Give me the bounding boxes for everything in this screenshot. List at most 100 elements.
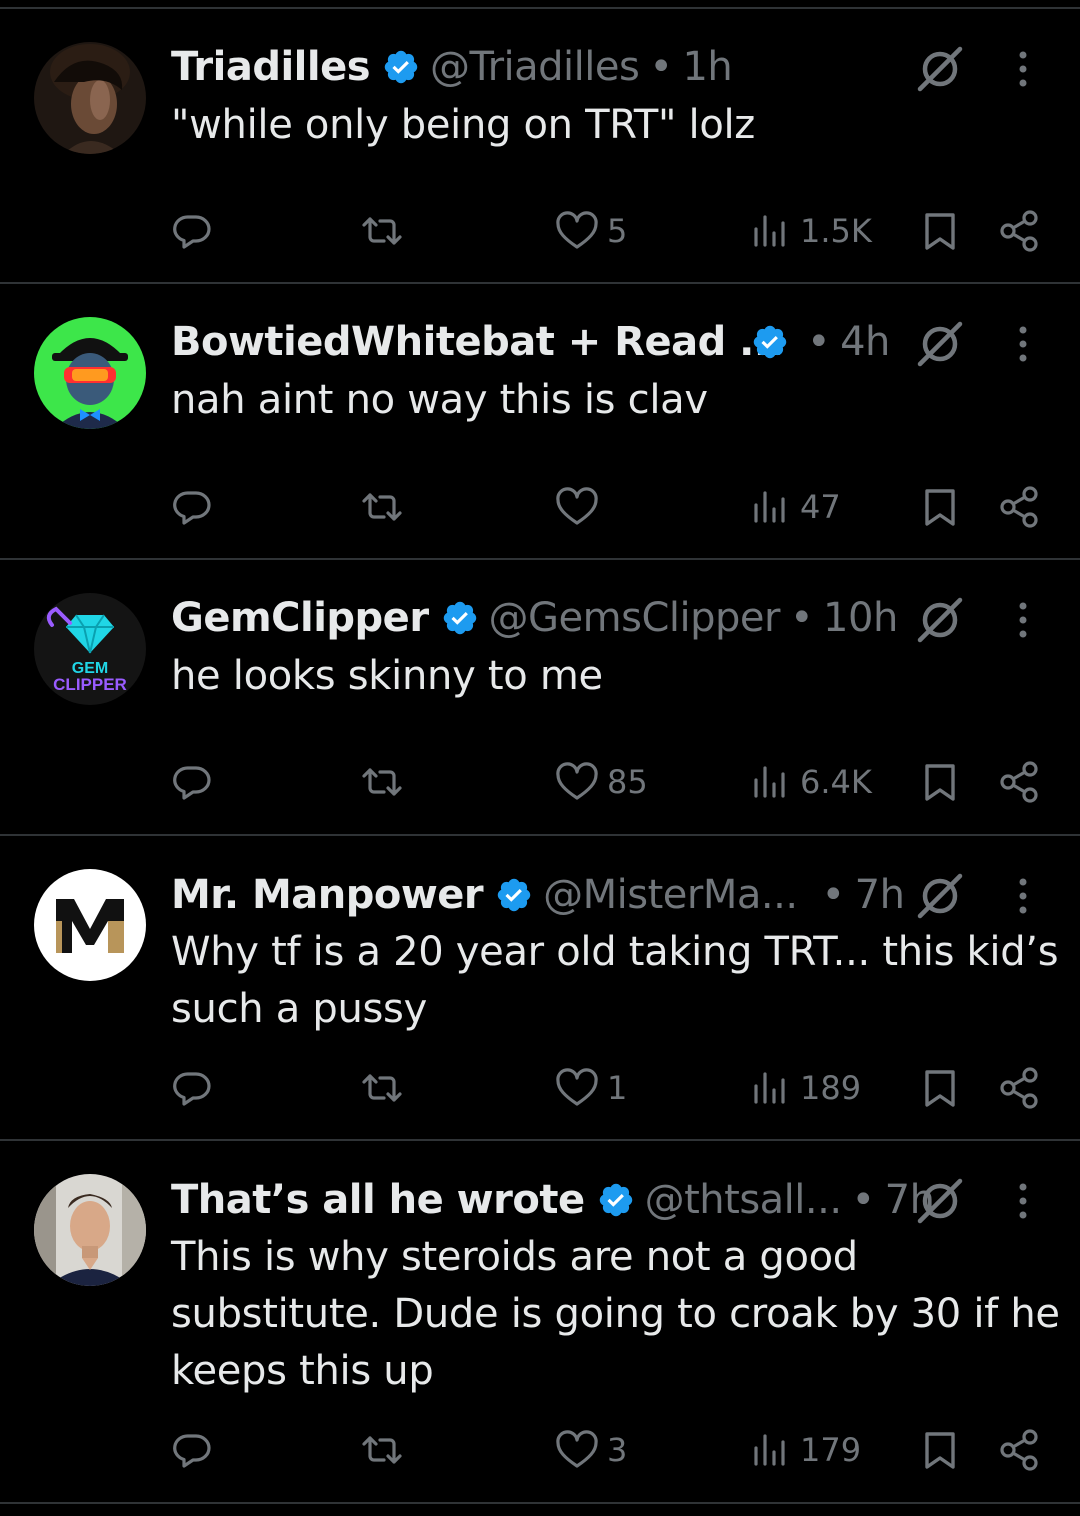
views-button[interactable]: 1.5K [748,209,872,253]
heart-icon [556,211,598,249]
grok-icon[interactable] [914,317,966,369]
reply-icon [173,491,211,525]
repost-icon [362,493,402,521]
separator-dot: • [789,595,814,641]
share-button[interactable] [998,1428,1042,1472]
bookmark-icon [925,1432,955,1469]
repost-button[interactable] [360,209,404,253]
repost-button[interactable] [360,760,404,804]
tweet[interactable]: BowtiedWhitebat + Read ... • 4h nah aint… [0,284,1080,560]
grok-icon[interactable] [914,869,966,921]
bookmark-button[interactable] [918,1066,962,1110]
verified-badge-icon [497,878,531,912]
handle[interactable]: @GemsClipper [489,595,781,641]
views-icon [754,1434,785,1466]
tweet[interactable]: GEM CLIPPER GemClipper @GemsClipper • 10… [0,560,1080,836]
timestamp[interactable]: 1h [682,44,732,90]
timestamp[interactable]: 10h [823,595,898,641]
reply-button[interactable] [170,209,214,253]
share-icon [1000,210,1038,252]
grok-icon[interactable] [914,42,966,94]
like-button[interactable]: 5 [555,209,627,253]
share-button[interactable] [998,1066,1042,1110]
display-name[interactable]: Triadilles [171,44,371,90]
repost-icon [362,768,402,796]
tweet[interactable]: Triadilles @Triadilles • 1h "while only … [0,9,1080,284]
views-button[interactable]: 189 [748,1066,861,1110]
reply-icon [173,215,211,249]
reply-button[interactable] [170,1428,214,1472]
reply-icon [173,1072,211,1106]
views-icon [754,766,785,798]
verified-badge-icon [599,1183,632,1217]
more-options-icon[interactable] [1008,874,1038,918]
tweet-header: GemClipper @GemsClipper • 10h [171,593,898,643]
more-options-icon[interactable] [1008,1179,1038,1223]
heart-icon [556,1068,598,1106]
view-count: 179 [800,1431,862,1469]
more-options-icon[interactable] [1008,47,1038,91]
share-button[interactable] [998,209,1042,253]
avatar[interactable]: GEM CLIPPER [34,593,146,705]
view-count: 6.4K [800,763,872,801]
share-button[interactable] [998,760,1042,804]
views-button[interactable]: 47 [748,485,841,529]
repost-button[interactable] [360,1428,404,1472]
timestamp[interactable]: 4h [840,319,890,365]
bookmark-button[interactable] [918,209,962,253]
handle[interactable]: @MisterMa... [543,872,798,918]
avatar[interactable] [34,42,146,154]
handle[interactable]: @thtsall... [645,1177,842,1223]
repost-button[interactable] [360,485,404,529]
timestamp[interactable]: 7h [855,872,905,918]
like-count: 1 [607,1069,628,1107]
tweet-text: Why tf is a 20 year old taking TRT... th… [171,929,1059,1032]
repost-icon [362,1436,402,1464]
share-button[interactable] [998,485,1042,529]
handle[interactable]: @Triadilles [430,44,640,90]
logo-text-clipper: CLIPPER [53,675,127,694]
bookmark-button[interactable] [918,1428,962,1472]
more-options-icon[interactable] [1008,322,1038,366]
separator-dot: • [649,44,673,90]
views-button[interactable]: 6.4K [748,760,872,804]
repost-button[interactable] [360,1066,404,1110]
view-count: 47 [800,488,841,526]
like-button[interactable]: 3 [555,1428,627,1472]
tweet[interactable]: M Mr. Manpower @MisterMa... • 7h Why tf … [0,836,1080,1141]
grok-icon[interactable] [914,1174,966,1226]
display-name[interactable]: That’s all he wrote [171,1177,585,1223]
verified-badge-icon [753,325,787,359]
reply-icon [173,1434,211,1468]
views-icon [754,491,785,523]
views-button[interactable]: 179 [748,1428,861,1472]
tweet-text: This is why steroids are not a good subs… [171,1234,1060,1394]
reply-button[interactable] [170,760,214,804]
more-options-icon[interactable] [1008,598,1038,642]
tweet[interactable]: That’s all he wrote @thtsall... • 7h Thi… [0,1141,1080,1504]
tweet-header: Mr. Manpower @MisterMa... • 7h [171,870,905,920]
display-name[interactable]: BowtiedWhitebat + Read ... [171,319,784,365]
reply-button[interactable] [170,485,214,529]
like-button[interactable]: 1 [555,1066,627,1110]
bookmark-icon [925,489,955,526]
like-button[interactable]: 85 [555,760,648,804]
display-name[interactable]: GemClipper [171,595,429,641]
views-icon [754,215,785,247]
separator-dot: • [807,319,831,365]
bookmark-button[interactable] [918,485,962,529]
display-name[interactable]: Mr. Manpower [171,872,484,918]
share-icon [1000,761,1038,803]
repost-icon [362,1074,402,1102]
like-button[interactable] [555,485,599,529]
grok-icon[interactable] [914,593,966,645]
avatar[interactable]: M [34,869,146,981]
verified-badge-icon [384,50,418,84]
avatar[interactable] [34,317,146,429]
tweet-divider [0,1502,1080,1504]
share-icon [1000,1067,1038,1109]
avatar[interactable] [34,1174,146,1286]
bookmark-button[interactable] [918,760,962,804]
bookmark-icon [925,213,955,250]
reply-button[interactable] [170,1066,214,1110]
